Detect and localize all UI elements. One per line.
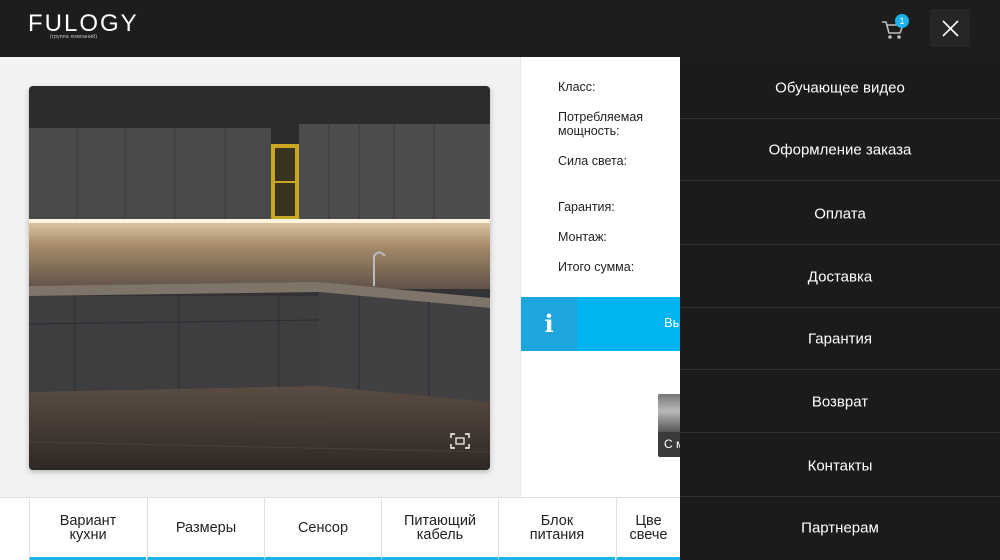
product-area: Класс: Потребляемая мощность: Сила света… (0, 57, 688, 497)
menu-item-delivery[interactable]: Доставка (680, 246, 1000, 308)
menu-item-returns[interactable]: Возврат (680, 371, 1000, 433)
logo-text: FULOGY (28, 10, 139, 37)
info-button[interactable]: i Вы (521, 297, 682, 351)
menu-item-label: Оплата (814, 205, 866, 222)
menu-item-label: Партнерам (801, 519, 879, 537)
menu-item-partners[interactable]: Партнерам (680, 497, 1000, 559)
top-header: FULOGY (группа компаний) 1 (0, 0, 1000, 57)
close-menu-button[interactable] (930, 9, 970, 47)
kitchen-photo[interactable] (29, 86, 490, 470)
logo[interactable]: FULOGY (группа компаний) (28, 10, 139, 41)
tab-label: Размеры (175, 519, 237, 536)
menu-item-label: Доставка (807, 268, 873, 285)
menu-item-label: Контакты (807, 457, 873, 474)
tab-kitchen-variant[interactable]: Вариант кухни (29, 498, 146, 560)
tab-power-cable[interactable]: Питающий кабель (381, 498, 498, 560)
menu-item-warranty[interactable]: Гарантия (680, 308, 1000, 370)
close-icon (942, 20, 959, 37)
menu-item-payment[interactable]: Оплата (680, 183, 1000, 245)
tab-label: Блок питания (529, 512, 585, 543)
spec-total-label: Итого сумма: (558, 260, 635, 274)
spec-light-label: Сила света: (558, 154, 628, 168)
tab-power-supply[interactable]: Блок питания (498, 498, 615, 560)
tab-light-color[interactable]: Цве свече (616, 498, 680, 560)
spec-install-label: Монтаж: (558, 230, 607, 244)
side-menu: Обучающее видео Оформление заказа Оплата… (680, 57, 1000, 560)
expand-icon[interactable] (450, 433, 470, 449)
menu-item-order[interactable]: Оформление заказа (680, 119, 1000, 181)
menu-item-tutorial-video[interactable]: Обучающее видео (680, 57, 1000, 119)
tab-label: Сенсор (297, 519, 349, 536)
spec-warranty-label: Гарантия: (558, 200, 615, 214)
spec-class-label: Класс: (558, 80, 596, 94)
info-icon: i (521, 297, 577, 351)
menu-item-contacts[interactable]: Контакты (680, 435, 1000, 497)
tab-sizes[interactable]: Размеры (147, 498, 264, 560)
menu-item-label: Обучающее видео (775, 79, 905, 96)
menu-item-label: Оформление заказа (768, 141, 912, 158)
menu-item-label: Гарантия (808, 330, 872, 347)
tab-sensor[interactable]: Сенсор (264, 498, 381, 560)
menu-item-label: Возврат (811, 393, 869, 410)
spec-panel: Класс: Потребляемая мощность: Сила света… (520, 57, 688, 497)
tab-label: Питающий кабель (403, 512, 477, 543)
spec-power-label: Потребляемая мощность: (558, 110, 644, 138)
tab-label: Цве свече (629, 512, 668, 543)
tab-label: Вариант кухни (59, 512, 117, 543)
cart-count-badge: 1 (895, 14, 909, 28)
option-tabs: Вариант кухни Размеры Сенсор Питающий ка… (0, 497, 680, 560)
